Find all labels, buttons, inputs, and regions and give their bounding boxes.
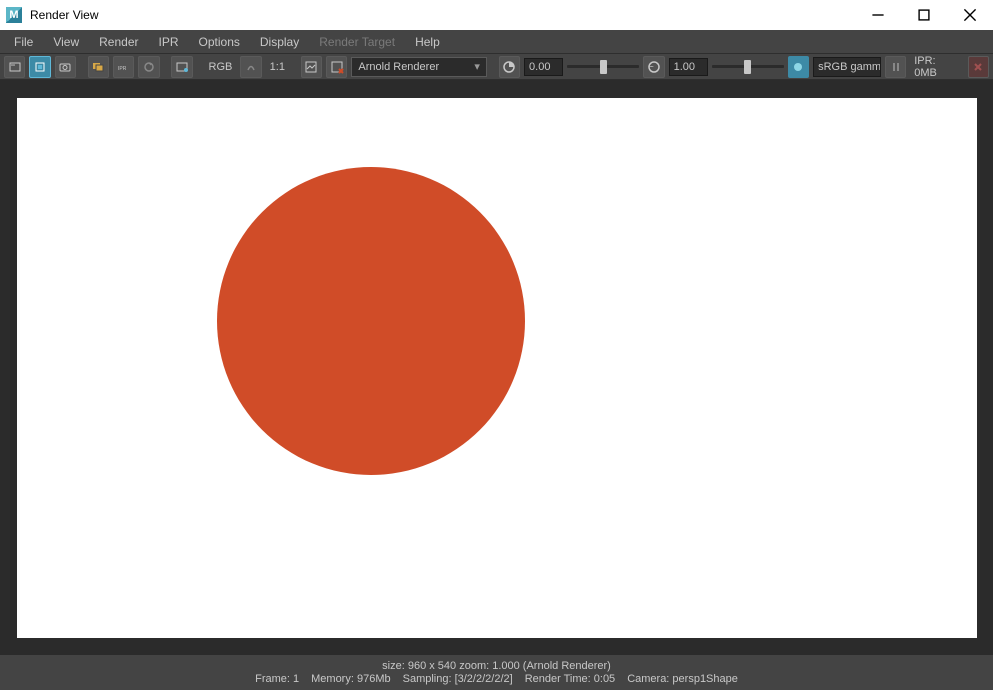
menu-options[interactable]: Options <box>189 30 250 54</box>
color-mgmt-toggle[interactable] <box>788 56 809 78</box>
menu-render[interactable]: Render <box>89 30 148 54</box>
gamma-icon[interactable] <box>643 56 664 78</box>
menu-file[interactable]: File <box>4 30 43 54</box>
ratio-label[interactable]: 1:1 <box>266 61 289 73</box>
menu-ipr[interactable]: IPR <box>149 30 189 54</box>
render-region-button[interactable] <box>29 56 50 78</box>
menu-render-target: Render Target <box>309 30 405 54</box>
snapshot-button[interactable] <box>55 56 76 78</box>
toolbar: IPR RGB 1:1 Arnold Renderer 0.00 1.00 sR… <box>0 54 993 80</box>
ipr-button[interactable]: IPR <box>113 56 134 78</box>
menu-bar: File View Render IPR Options Display Ren… <box>0 30 993 54</box>
status-line-2: Frame: 1 Memory: 976Mb Sampling: [3/2/2/… <box>255 673 738 685</box>
app-logo-icon: M <box>6 7 22 23</box>
renderer-dropdown[interactable]: Arnold Renderer <box>351 57 487 77</box>
keep-image-button[interactable] <box>301 56 322 78</box>
exposure-field[interactable]: 0.00 <box>524 58 563 76</box>
status-camera: Camera: persp1Shape <box>627 673 738 685</box>
minimize-button[interactable] <box>855 0 901 30</box>
exposure-icon[interactable] <box>499 56 520 78</box>
status-render-time: Render Time: 0:05 <box>525 673 616 685</box>
status-bar: size: 960 x 540 zoom: 1.000 (Arnold Rend… <box>0 655 993 690</box>
status-frame: Frame: 1 <box>255 673 299 685</box>
window-title: Render View <box>30 8 855 22</box>
ipr-pause-button[interactable] <box>885 56 906 78</box>
renderer-selected-label: Arnold Renderer <box>358 61 439 73</box>
rgb-channel-label[interactable]: RGB <box>205 61 237 73</box>
ipr-close-button[interactable] <box>968 56 989 78</box>
close-button[interactable] <box>947 0 993 30</box>
status-line-1: size: 960 x 540 zoom: 1.000 (Arnold Rend… <box>382 660 611 672</box>
redo-render-button[interactable] <box>4 56 25 78</box>
render-canvas <box>17 98 977 638</box>
status-memory: Memory: 976Mb <box>311 673 390 685</box>
gamma-slider[interactable] <box>712 58 784 76</box>
render-viewport[interactable] <box>0 80 993 655</box>
window-titlebar: M Render View <box>0 0 993 30</box>
display-alpha-button[interactable] <box>240 56 261 78</box>
menu-view[interactable]: View <box>43 30 89 54</box>
ipr-refresh-button[interactable] <box>138 56 159 78</box>
remove-image-button[interactable] <box>326 56 347 78</box>
menu-display[interactable]: Display <box>250 30 309 54</box>
maximize-button[interactable] <box>901 0 947 30</box>
exposure-slider[interactable] <box>567 58 639 76</box>
menu-help[interactable]: Help <box>405 30 450 54</box>
render-sequence-button[interactable] <box>88 56 109 78</box>
gamma-field[interactable]: 1.00 <box>669 58 708 76</box>
status-sampling: Sampling: [3/2/2/2/2/2] <box>403 673 513 685</box>
svg-text:IPR: IPR <box>118 66 127 72</box>
rendered-circle <box>217 167 525 475</box>
render-globals-button[interactable] <box>171 56 192 78</box>
ipr-memory-label: IPR: 0MB <box>910 55 963 79</box>
color-mgmt-dropdown[interactable]: sRGB gamm <box>813 57 881 77</box>
